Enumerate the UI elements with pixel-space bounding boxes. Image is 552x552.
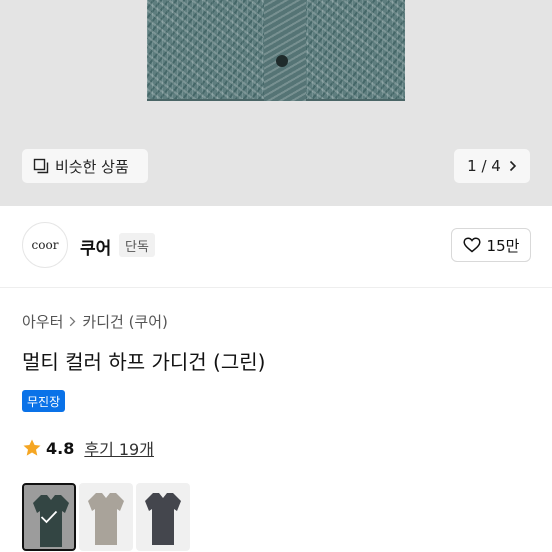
section-divider [0, 287, 552, 288]
cardigan-button [276, 55, 288, 67]
brand-logo-text: coor [31, 238, 59, 252]
exclusive-badge: 단독 [119, 233, 155, 257]
check-icon [40, 510, 58, 524]
chevron-right-icon [70, 316, 76, 327]
shirt-thumbnail [88, 493, 124, 545]
shirt-thumbnail [145, 493, 181, 545]
similar-items-icon [33, 158, 49, 174]
color-swatch-green[interactable] [22, 483, 76, 551]
breadcrumb-item-cardigan[interactable]: 카디건 (쿠어) [82, 311, 167, 332]
heart-icon [462, 237, 481, 253]
color-swatch-beige[interactable] [79, 483, 133, 551]
cardigan-placket [264, 0, 306, 101]
color-swatch-charcoal[interactable] [136, 483, 190, 551]
product-title: 멀티 컬러 하프 가디건 (그린) [22, 350, 266, 374]
rating-row: 4.8 후기 19개 [22, 436, 154, 460]
breadcrumb-item-outer[interactable]: 아우터 [22, 311, 63, 332]
brand-logo[interactable]: coor [22, 222, 68, 268]
similar-products-button[interactable]: 비슷한 상품 [22, 149, 148, 183]
like-count: 15만 [486, 236, 520, 255]
rating-value: 4.8 [46, 438, 75, 458]
color-options [22, 483, 190, 551]
brand-name[interactable]: 쿠어 [80, 234, 111, 259]
star-icon [23, 439, 41, 456]
reviews-link[interactable]: 후기 19개 [84, 436, 154, 460]
chevron-right-icon [509, 160, 516, 172]
product-image-area[interactable]: 비슷한 상품 1 / 4 [0, 0, 552, 206]
image-pager[interactable]: 1 / 4 [454, 149, 530, 183]
shipping-badge: 무진장 [22, 390, 66, 412]
breadcrumb: 아우터 카디건 (쿠어) [22, 311, 168, 332]
like-button[interactable]: 15만 [451, 228, 531, 262]
selected-overlay [24, 485, 74, 549]
similar-products-label: 비슷한 상품 [55, 157, 129, 176]
pager-count: 1 / 4 [467, 157, 501, 175]
